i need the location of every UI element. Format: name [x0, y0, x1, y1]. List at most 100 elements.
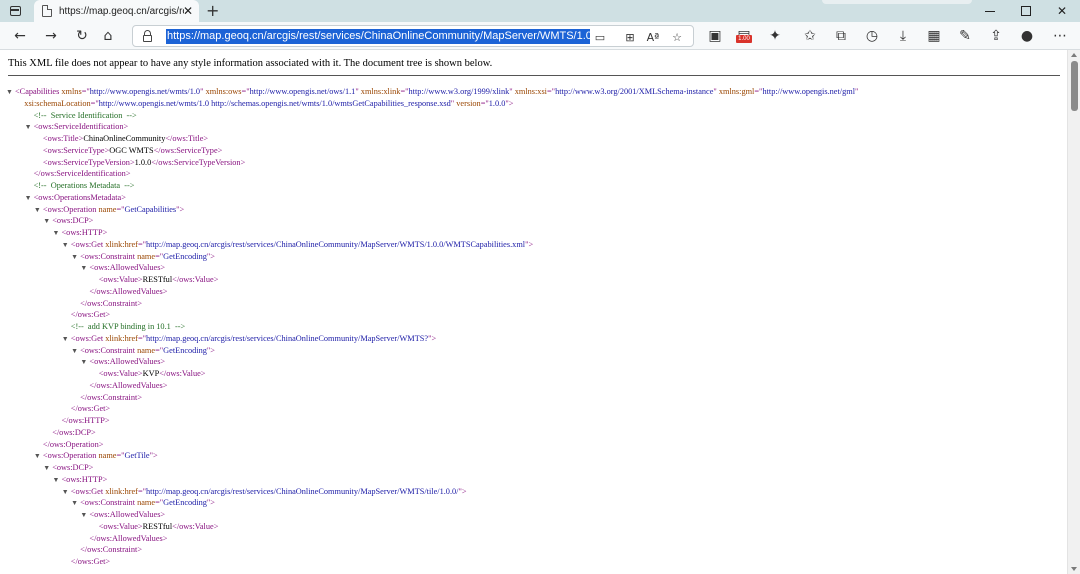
- apps-icon[interactable]: ▦: [924, 26, 944, 46]
- refresh-icon[interactable]: ↻: [72, 26, 92, 46]
- xml-tag-segment: =": [155, 498, 164, 508]
- xml-line: ▼ <ows:HTTP>: [0, 227, 1067, 239]
- xml-tag-segment: </ows:AllowedValues>: [89, 286, 168, 296]
- more-icon[interactable]: ⋯: [1050, 26, 1070, 46]
- xml-tag-segment: </ows:AllowedValues>: [89, 533, 168, 543]
- xml-tag-segment: <ows:DCP>: [52, 463, 94, 472]
- collections-icon[interactable]: ⧉: [831, 26, 851, 46]
- xml-tag-segment: </ows:Get>: [70, 404, 111, 414]
- scroll-up-arrow-icon[interactable]: [1071, 53, 1077, 57]
- xml-tag-segment: ">: [428, 333, 437, 343]
- xml-av-segment: 1.0.0: [488, 98, 506, 108]
- xml-tag-segment: <ows:Value>: [98, 521, 143, 531]
- xml-av-segment: http://www.opengis.net/wmts/1.0 http://s…: [98, 98, 451, 108]
- scroll-down-arrow-icon[interactable]: [1071, 567, 1077, 571]
- maximize-icon[interactable]: [1008, 0, 1044, 22]
- xml-tx-segment: RESTful: [142, 275, 173, 284]
- new-tab-button[interactable]: +: [206, 1, 219, 21]
- minimize-icon[interactable]: [972, 0, 1008, 22]
- xml-tx-segment: KVP: [142, 369, 160, 378]
- xml-tag-segment: =": [90, 98, 99, 108]
- xml-line: </ows:AllowedValues>: [0, 286, 1067, 298]
- window-controls: ✕: [822, 0, 1080, 22]
- scroll-thumb[interactable]: [1071, 61, 1078, 111]
- xml-tag-segment: </ows:DCP>: [52, 427, 96, 437]
- xml-tag-segment: </ows:Value>: [172, 521, 219, 531]
- close-window-icon[interactable]: ✕: [1044, 0, 1080, 22]
- xml-av-segment: http://www.opengis.net/wmts/1.0: [89, 87, 201, 96]
- xml-tag-segment: ": [855, 87, 859, 96]
- xml-av-segment: http://www.opengis.net/ows/1.1: [249, 87, 356, 96]
- xml-line: <!-- add KVP binding in 10.1 -->: [0, 321, 1067, 333]
- star-icon[interactable]: ☆: [669, 29, 685, 45]
- xml-line: <ows:Value>RESTful</ows:Value>: [0, 274, 1067, 286]
- address-url[interactable]: https://map.geoq.cn/arcgis/rest/services…: [166, 29, 590, 44]
- xml-tag-segment: ">: [176, 204, 185, 214]
- lock-icon[interactable]: [143, 30, 152, 42]
- xml-tag-segment: <ows:Operation: [42, 451, 99, 461]
- xml-line: </ows:HTTP>: [0, 415, 1067, 427]
- profile-icon[interactable]: ●: [1017, 26, 1037, 46]
- xml-info-message: This XML file does not appear to have an…: [8, 58, 493, 69]
- xml-an-segment: name: [98, 204, 117, 214]
- browser-tab[interactable]: https://map.geoq.cn/arcgis/rest/ ✕: [34, 0, 199, 22]
- reader-icon[interactable]: ▭: [592, 29, 608, 45]
- xml-tag-segment: <Capabilities: [15, 87, 62, 96]
- xml-tag-segment: <ows:ServiceIdentification>: [33, 122, 129, 132]
- xml-tag-segment: <ows:ServiceType>: [42, 145, 110, 155]
- xml-an-segment: name: [137, 251, 156, 261]
- xml-tag-segment: <ows:Constraint: [80, 345, 138, 355]
- xml-tx-segment: 1.0.0: [134, 157, 152, 167]
- xml-tag-segment: <ows:Value>: [98, 369, 143, 378]
- favorites-icon[interactable]: ✩: [800, 26, 820, 46]
- vertical-scrollbar[interactable]: [1067, 50, 1080, 574]
- xml-tag-segment: </ows:Get>: [70, 557, 111, 566]
- xml-tag-segment: ">: [206, 345, 215, 355]
- back-arrow-icon[interactable]: ←: [10, 26, 30, 46]
- address-bar[interactable]: https://map.geoq.cn/arcgis/rest/services…: [132, 25, 694, 47]
- app-grid-icon[interactable]: ⊞: [622, 29, 638, 45]
- xml-line: ▼ <ows:Get xlink:href="http://map.geoq.cn…: [0, 239, 1067, 251]
- xml-an-segment: xsi:schemaLocation: [24, 98, 91, 108]
- tab-actions-icon[interactable]: [6, 3, 24, 19]
- xml-tag-segment: <ows:Value>: [98, 275, 143, 284]
- xml-tag-segment: <ows:HTTP>: [61, 228, 108, 237]
- xml-tag-segment: </ows:Value>: [159, 369, 206, 378]
- xml-line: <!-- Operations Metadata -->: [0, 180, 1067, 192]
- xml-av-segment: http://map.geoq.cn/arcgis/rest/services/…: [146, 239, 526, 249]
- page-content: This XML file does not appear to have an…: [0, 50, 1067, 574]
- forward-arrow-icon[interactable]: →: [41, 26, 61, 46]
- xml-tree: ▼ <Capabilities xmlns="http://www.opengis…: [0, 86, 1067, 568]
- xml-tag-segment: </ows:ServiceIdentification>: [33, 169, 131, 179]
- xml-av-segment: http://map.geoq.cn/arcgis/rest/services/…: [146, 486, 459, 496]
- read-aloud-icon[interactable]: Aª: [645, 29, 661, 45]
- xml-tx-segment: OGC WMTS: [109, 145, 154, 155]
- xml-tag-segment: </ows:ServiceTypeVersion>: [151, 157, 246, 167]
- xml-tag-segment: =": [137, 239, 147, 249]
- browser-toolbar: ← → ↻ ⌂ https://map.geoq.cn/arcgis/rest/…: [0, 22, 1080, 50]
- xml-tag-segment: </ows:Constraint>: [80, 298, 143, 308]
- page-icon: [42, 5, 52, 17]
- xml-line: </ows:Constraint>: [0, 298, 1067, 310]
- xml-av-segment: http://www.w3.org/2001/XMLSchema-instanc…: [555, 87, 714, 96]
- extension-icon[interactable]: ▣: [705, 26, 725, 46]
- xml-tag-segment: <ows:Operation: [42, 204, 99, 214]
- xml-tx-segment: RESTful: [142, 521, 173, 531]
- tab-title: https://map.geoq.cn/arcgis/rest/: [59, 5, 184, 17]
- xml-line: ▼ <ows:AllowedValues>: [0, 356, 1067, 368]
- xml-av-segment: http://www.opengis.net/gml: [762, 87, 856, 96]
- xml-av-segment: http://www.w3.org/1999/xlink: [408, 87, 510, 96]
- history-icon[interactable]: ◷: [862, 26, 882, 46]
- close-tab-icon[interactable]: ✕: [183, 4, 193, 18]
- xml-line: <ows:ServiceTypeVersion>1.0.0</ows:Servi…: [0, 157, 1067, 169]
- edit-icon[interactable]: ✎: [955, 26, 975, 46]
- download-icon[interactable]: ⤓: [893, 26, 913, 46]
- share-icon[interactable]: ⇪: [986, 26, 1006, 46]
- xml-line: ▼ <ows:AllowedValues>: [0, 509, 1067, 521]
- xml-line: </ows:ServiceIdentification>: [0, 168, 1067, 180]
- xml-tag-segment: </ows:AllowedValues>: [89, 380, 168, 390]
- xml-an-segment: xmlns:gml: [718, 87, 755, 96]
- puzzle-icon[interactable]: ✦: [765, 26, 785, 46]
- xml-line: ▼ <ows:DCP>: [0, 462, 1067, 474]
- home-icon[interactable]: ⌂: [98, 26, 118, 46]
